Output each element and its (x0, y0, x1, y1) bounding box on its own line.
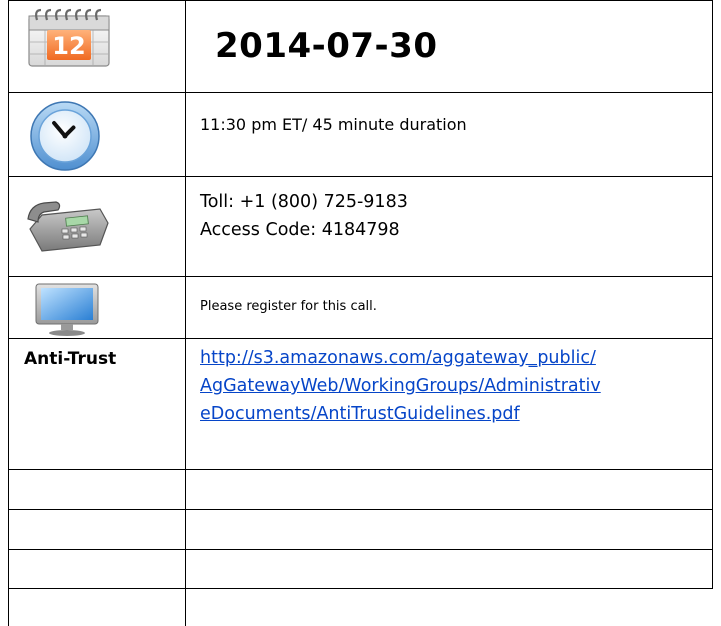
link-line-3[interactable]: eDocuments/AntiTrustGuidelines.pdf (200, 400, 705, 428)
link-line-2[interactable]: AgGatewayWeb/WorkingGroups/Administrativ (200, 372, 705, 400)
meeting-time: 11:30 pm ET/ 45 minute duration (200, 115, 467, 134)
row-divider (8, 92, 713, 93)
row-divider (8, 509, 713, 510)
calendar-day-number: 12 (52, 32, 85, 60)
table-border-left (8, 0, 9, 626)
row-divider (8, 338, 713, 339)
calendar-icon: 12 (25, 6, 117, 72)
row-divider (8, 276, 713, 277)
meeting-info-table: 12 2014-07-30 11:30 pm ET/ 45 minute dur… (0, 0, 721, 626)
link-line-1[interactable]: http://s3.amazonaws.com/aggateway_public… (200, 344, 705, 372)
column-divider (185, 0, 186, 626)
dial-in-toll: Toll: +1 (800) 725-9183 (200, 192, 408, 212)
register-note: Please register for this call. (200, 299, 377, 314)
row-divider (8, 549, 713, 550)
row-divider (8, 469, 713, 470)
meeting-date: 2014-07-30 (215, 26, 438, 66)
monitor-icon (28, 282, 108, 340)
telephone-icon (22, 189, 112, 263)
clock-icon (28, 99, 102, 177)
table-border-right (712, 0, 713, 589)
antitrust-guidelines-link[interactable]: http://s3.amazonaws.com/aggateway_public… (200, 344, 705, 428)
row-divider (8, 588, 713, 589)
row-divider (8, 176, 713, 177)
antitrust-label: Anti-Trust (24, 349, 117, 369)
dial-in-access-code: Access Code: 4184798 (200, 220, 400, 240)
